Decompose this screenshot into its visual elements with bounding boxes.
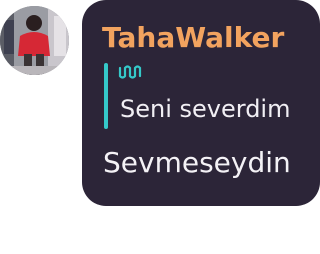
audio-wave-icon (118, 64, 144, 80)
avatar-photo (0, 6, 69, 75)
message-text: Sevmeseydin (103, 146, 291, 179)
sender-name[interactable]: TahaWalker (102, 18, 284, 58)
reply-accent-bar (104, 63, 108, 129)
chat-message-row: TahaWalker Seni severdim Sevmeseydin (0, 0, 320, 254)
message-bubble[interactable]: TahaWalker Seni severdim Sevmeseydin (82, 0, 320, 206)
user-avatar[interactable] (0, 6, 69, 75)
quoted-message-text[interactable]: Seni severdim (120, 92, 290, 126)
